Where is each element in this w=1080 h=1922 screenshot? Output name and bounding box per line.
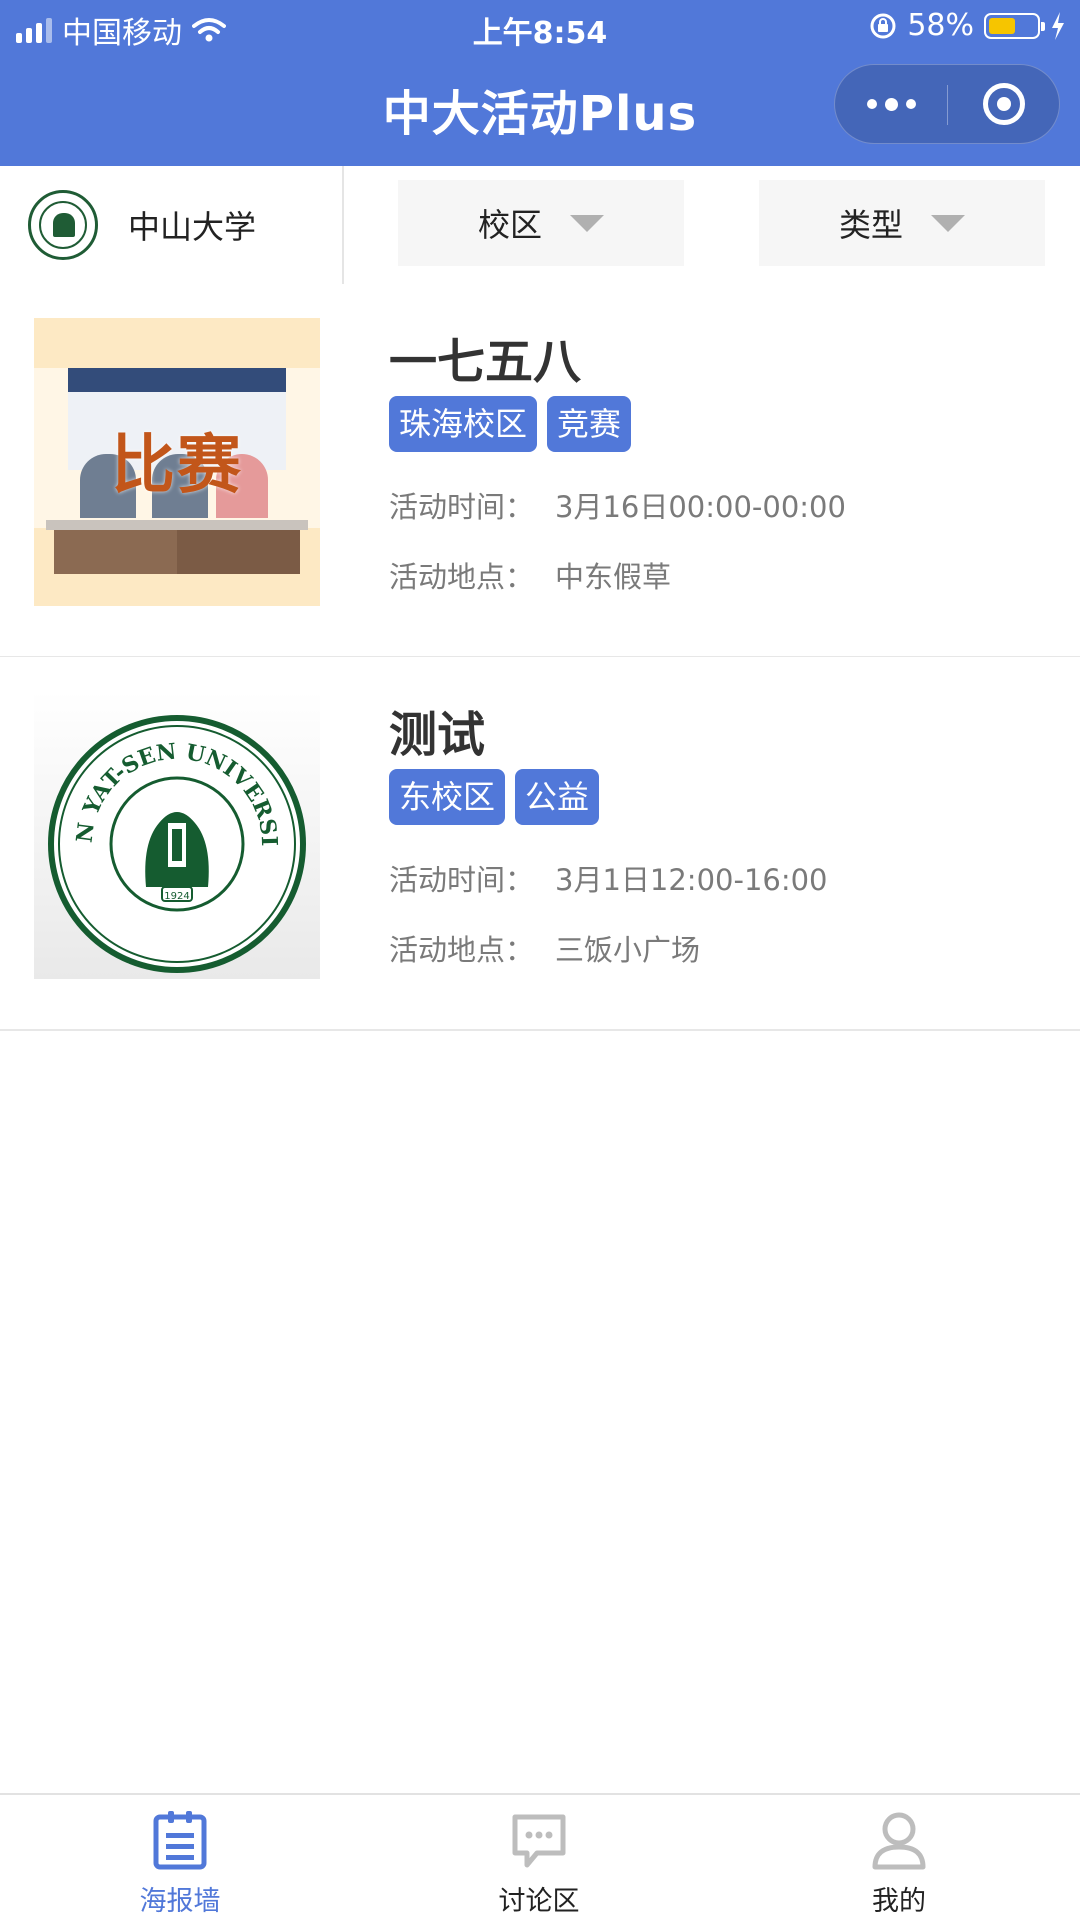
event-time-value: 3月1日12:00-16:00 bbox=[555, 863, 828, 897]
battery-icon bbox=[984, 12, 1045, 39]
type-tag: 竞赛 bbox=[547, 396, 632, 452]
event-card[interactable]: SUN YAT-SEN UNIVERSITY 1924 测试 东校区 公益 活动… bbox=[0, 657, 1080, 1031]
more-dots-icon[interactable] bbox=[835, 65, 947, 143]
type-dropdown-label: 类型 bbox=[838, 206, 903, 244]
event-place-value: 三饭小广场 bbox=[555, 933, 701, 967]
university-seal: SUN YAT-SEN UNIVERSITY 1924 bbox=[48, 715, 306, 973]
event-place-value: 中东假草 bbox=[555, 560, 672, 594]
person-icon bbox=[872, 1812, 926, 1870]
event-time-value: 3月16日00:00-00:00 bbox=[555, 490, 846, 524]
tab-label: 我的 bbox=[872, 1886, 926, 1917]
tab-mine[interactable]: 我的 bbox=[799, 1809, 999, 1918]
top-header: 中国移动 上午8:54 58% 中大活动Plus bbox=[0, 0, 1080, 166]
seal-year: 1924 bbox=[164, 891, 189, 902]
campus-tag: 珠海校区 bbox=[389, 396, 538, 452]
status-bar: 中国移动 上午8:54 58% bbox=[0, 0, 1080, 54]
event-tags: 东校区 公益 bbox=[389, 769, 600, 825]
tab-bar: 海报墙 讨论区 我的 bbox=[0, 1793, 1080, 1922]
campus-dropdown-label: 校区 bbox=[477, 206, 542, 244]
event-poster-image: 比赛 bbox=[34, 318, 320, 606]
event-time: 活动时间： 3月16日00:00-00:00 bbox=[389, 490, 846, 524]
event-time: 活动时间： 3月1日12:00-16:00 bbox=[389, 863, 828, 897]
tab-label: 讨论区 bbox=[498, 1886, 580, 1917]
filter-bar: 中山大学 校区 类型 bbox=[0, 166, 1080, 286]
event-tags: 珠海校区 竞赛 bbox=[389, 396, 632, 452]
battery-percent: 58% bbox=[907, 8, 974, 43]
event-place: 活动地点： 中东假草 bbox=[389, 560, 672, 594]
event-place: 活动地点： 三饭小广场 bbox=[389, 933, 701, 967]
target-circle-icon[interactable] bbox=[983, 83, 1025, 125]
event-title: 测试 bbox=[389, 707, 486, 763]
type-dropdown[interactable]: 类型 bbox=[759, 180, 1045, 266]
school-selector[interactable]: 中山大学 bbox=[0, 166, 344, 284]
event-poster-image: SUN YAT-SEN UNIVERSITY 1924 bbox=[34, 691, 320, 979]
campus-tag: 东校区 bbox=[389, 769, 506, 825]
caret-down-icon bbox=[931, 214, 965, 232]
tab-label: 海报墙 bbox=[139, 1886, 221, 1917]
tab-poster-wall[interactable]: 海报墙 bbox=[80, 1809, 280, 1918]
poster-text: 比赛 bbox=[111, 428, 243, 503]
school-name: 中山大学 bbox=[128, 208, 257, 246]
chat-bubble-icon bbox=[512, 1814, 566, 1868]
caret-down-icon bbox=[570, 214, 604, 232]
tab-discussion[interactable]: 讨论区 bbox=[439, 1809, 639, 1918]
charging-icon bbox=[1052, 11, 1064, 40]
type-tag: 公益 bbox=[515, 769, 600, 825]
campus-dropdown[interactable]: 校区 bbox=[398, 180, 684, 266]
school-logo-icon bbox=[28, 190, 98, 260]
event-title: 一七五八 bbox=[389, 334, 582, 390]
event-card[interactable]: 比赛 一七五八 珠海校区 竞赛 活动时间： 3月16日00:00-00:00 活动… bbox=[0, 284, 1080, 658]
rotation-lock-icon bbox=[870, 13, 896, 38]
clipboard-icon bbox=[153, 1811, 207, 1870]
mini-program-capsule bbox=[834, 64, 1060, 144]
